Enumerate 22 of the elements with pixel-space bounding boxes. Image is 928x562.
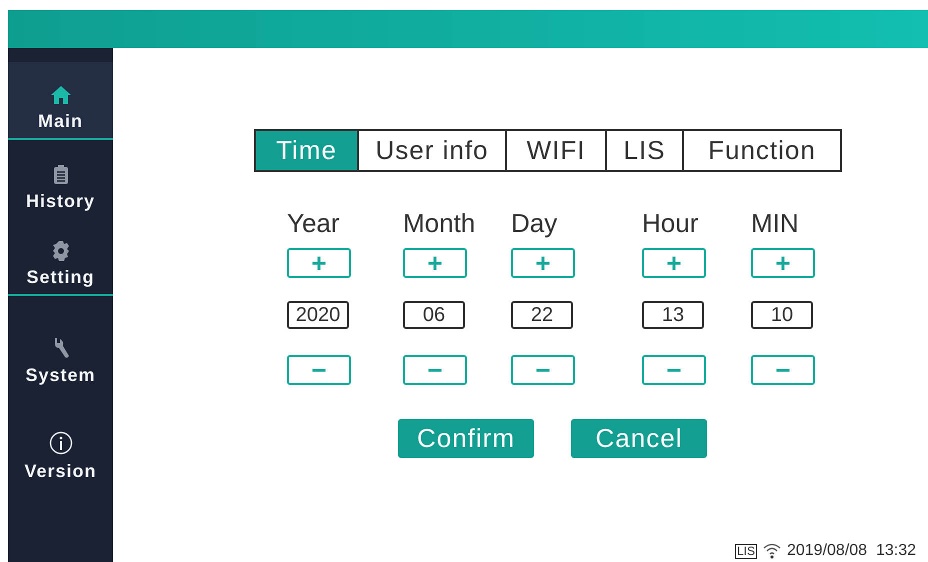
sidebar-item[interactable]: Setting — [8, 218, 113, 296]
field-label: Day — [511, 208, 558, 240]
lis-indicator: LIS — [734, 544, 757, 558]
sidebar-item[interactable]: Main — [8, 62, 113, 140]
sidebar-item[interactable]: Version — [8, 392, 113, 488]
value-field[interactable]: 13 — [642, 301, 704, 329]
wifi-icon — [762, 543, 781, 559]
sidebar-item[interactable]: System — [8, 296, 113, 392]
value-field[interactable]: 22 — [511, 301, 573, 329]
sidebar-item[interactable]: History — [8, 140, 113, 218]
value-field[interactable]: 2020 — [287, 301, 349, 329]
field-label: Year — [287, 208, 340, 240]
date-time: 2019/08/08 13:32 — [786, 542, 916, 560]
gear-icon — [50, 241, 70, 261]
value-field[interactable]: 06 — [403, 301, 465, 329]
info-icon — [48, 431, 72, 455]
field-label: Hour — [642, 208, 698, 240]
clipboard-icon — [52, 165, 68, 185]
field-label: MIN — [751, 208, 799, 240]
field-label: Month — [403, 208, 476, 240]
home-icon — [50, 85, 72, 105]
value-field[interactable]: 10 — [751, 301, 813, 329]
